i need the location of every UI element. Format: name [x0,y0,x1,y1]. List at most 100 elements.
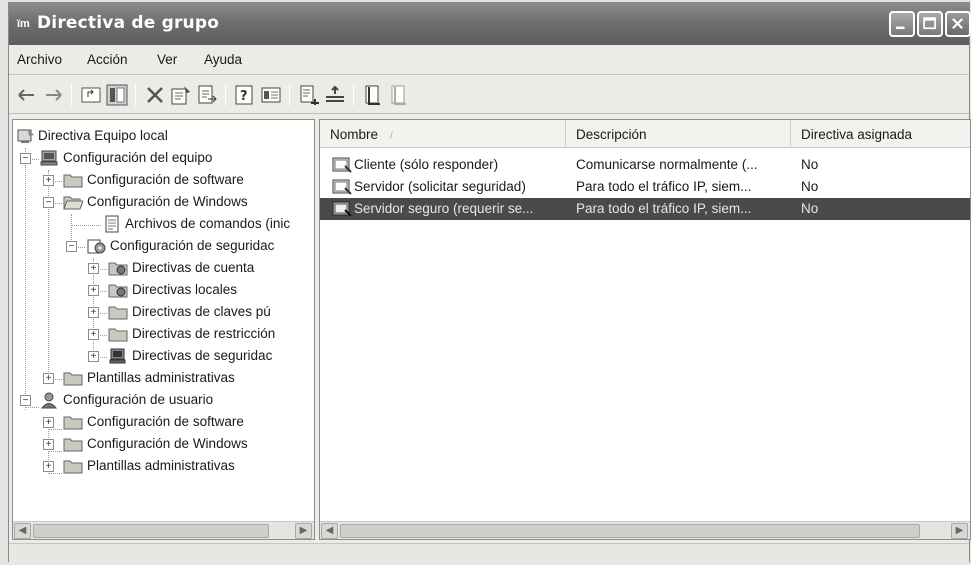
list-item[interactable]: Servidor (solicitar seguridad) Para todo… [320,176,970,198]
up-folder-icon [81,87,101,103]
list-item-selected[interactable]: Servidor seguro (requerir se... Para tod… [320,198,970,220]
folder-icon [108,306,128,320]
folder-icon [108,328,128,342]
folder-icon [63,372,83,386]
scroll-right-icon[interactable]: ▶ [295,523,312,539]
scrollbar-thumb[interactable] [340,524,920,538]
maximize-button[interactable] [917,11,943,37]
expand-toggle-icon[interactable]: + [88,307,99,318]
collapse-toggle-icon[interactable]: − [20,395,31,406]
ipsec-policy-icon [332,157,352,173]
tree-item-computer-admin-templates[interactable]: + Plantillas administrativas [13,368,313,390]
list-item[interactable]: Cliente (sólo responder) Comunicarse nor… [320,154,970,176]
collapse-toggle-icon[interactable]: − [66,241,77,252]
expand-toggle-icon[interactable]: + [43,461,54,472]
scroll-left-icon[interactable]: ◀ [321,523,338,539]
maximize-icon [923,17,936,30]
title-bar[interactable]: ïm Directiva de grupo [9,3,971,45]
scroll-left-icon[interactable]: ◀ [14,523,31,539]
up-one-level-button[interactable] [79,83,103,107]
tree-horizontal-scrollbar[interactable]: ◀ ▶ [13,521,314,539]
policy-action-button-1[interactable] [361,83,385,107]
collapse-toggle-icon[interactable]: − [20,153,31,164]
menu-bar: Archivo Acción Ver Ayuda [9,45,969,75]
menu-ayuda[interactable]: Ayuda [204,52,242,67]
expand-toggle-icon[interactable]: + [43,175,54,186]
menu-ver[interactable]: Ver [157,52,177,67]
expand-toggle-icon[interactable]: + [88,285,99,296]
svg-text:?: ? [240,89,248,104]
view-button[interactable] [259,83,283,107]
assign-policy-button[interactable] [297,83,321,107]
tree-label: Configuración del equipo [63,150,213,165]
expand-toggle-icon[interactable]: + [88,351,99,362]
menu-archivo[interactable]: Archivo [17,52,62,67]
tree-label: Directivas de restricción [132,326,276,341]
tree-label: Configuración de Windows [87,194,248,209]
tree-item-security-settings[interactable]: − Configuración de seguridac [13,236,313,258]
tree-item-ipsec-policies[interactable]: + Directivas de seguridac [13,346,313,368]
tree-label: Directiva Equipo local [38,128,168,143]
app-icon: ïm [17,18,30,30]
tree-label: Plantillas administrativas [87,458,235,473]
window: ïm Directiva de grupo Archivo Acción Ver… [8,2,971,563]
tree-item-restriction-policies[interactable]: + Directivas de restricción [13,324,313,346]
tree-item-account-policies[interactable]: + Directivas de cuenta [13,258,313,280]
policy-icon-2 [391,85,406,105]
details-pane[interactable]: Nombre / Descripción Directiva asignada C… [319,119,971,540]
expand-toggle-icon[interactable]: + [43,417,54,428]
column-header-description[interactable]: Descripción [566,120,791,148]
scroll-right-icon[interactable]: ▶ [951,523,968,539]
tree-item-root[interactable]: Directiva Equipo local [13,126,313,148]
script-document-icon [105,215,119,233]
folder-icon [63,174,83,188]
tree-item-local-policies[interactable]: + Directivas locales [13,280,313,302]
tree-item-user-config[interactable]: − Configuración de usuario [13,390,313,412]
tree-item-computer-software[interactable]: + Configuración de software [13,170,313,192]
help-button[interactable]: ? [233,83,257,107]
back-button[interactable] [15,83,39,107]
scrollbar-thumb[interactable] [33,524,269,538]
unassign-policy-button[interactable] [323,83,347,107]
tree-item-user-admin-templates[interactable]: + Plantillas administrativas [13,456,313,478]
tree-item-computer-windows[interactable]: − Configuración de Windows [13,192,313,214]
expand-toggle-icon[interactable]: + [43,373,54,384]
close-button[interactable] [945,11,971,37]
collapse-toggle-icon[interactable]: − [43,197,54,208]
tree-label: Configuración de seguridac [110,238,275,253]
forward-arrow-icon [46,89,62,101]
show-hide-tree-button[interactable] [105,83,129,107]
toolbar-separator [135,84,136,106]
policy-folder-icon [108,284,128,298]
export-list-button[interactable] [195,83,219,107]
delete-button[interactable] [143,83,167,107]
menu-accion[interactable]: Acción [87,52,128,67]
column-header-name[interactable]: Nombre / [320,120,566,148]
tree-item-public-key-policies[interactable]: + Directivas de claves pú [13,302,313,324]
tree-label: Directivas de cuenta [132,260,255,275]
forward-button[interactable] [41,83,65,107]
column-header-label: Descripción [576,127,647,142]
expand-toggle-icon[interactable]: + [43,439,54,450]
tree-label: Directivas de seguridac [132,348,273,363]
tree-item-scripts[interactable]: Archivos de comandos (inic [13,214,313,236]
policy-name: Servidor seguro (requerir se... [354,201,534,216]
policy-name: Cliente (sólo responder) [354,157,499,172]
toolbar-separator [353,84,354,106]
policy-description: Para todo el tráfico IP, siem... [576,179,752,194]
minimize-button[interactable] [889,11,915,37]
tree-item-user-windows[interactable]: + Configuración de Windows [13,434,313,456]
tree-item-computer-config[interactable]: − Configuración del equipo [13,148,313,170]
assign-policy-icon [300,85,319,105]
properties-button[interactable] [169,83,193,107]
policy-name: Servidor (solicitar seguridad) [354,179,526,194]
ipsec-policy-icon [332,179,352,195]
expand-toggle-icon[interactable]: + [88,329,99,340]
tree-pane[interactable]: Directiva Equipo local − Configuración d… [12,119,315,540]
close-icon [952,18,963,29]
policy-action-button-2[interactable] [387,83,411,107]
column-header-assigned[interactable]: Directiva asignada [791,120,970,148]
tree-item-user-software[interactable]: + Configuración de software [13,412,313,434]
expand-toggle-icon[interactable]: + [88,263,99,274]
list-horizontal-scrollbar[interactable]: ◀ ▶ [320,521,970,539]
